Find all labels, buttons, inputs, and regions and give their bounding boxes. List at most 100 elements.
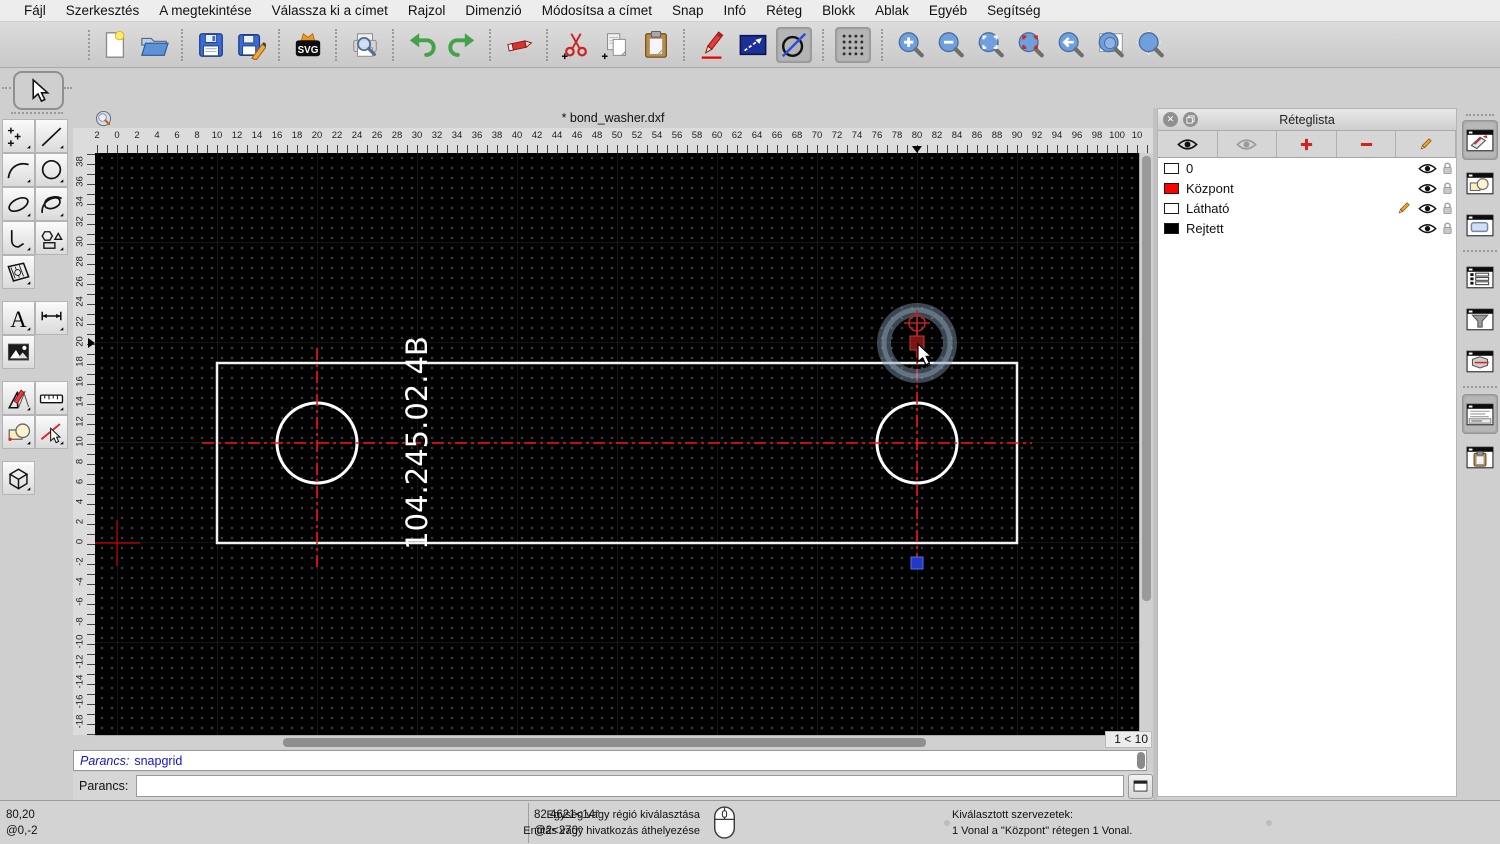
menu-snap[interactable]: Snap: [662, 3, 714, 18]
eye-icon[interactable]: [1418, 202, 1437, 214]
zoom-window-button[interactable]: [1094, 28, 1128, 62]
zoom-window-icon: [1098, 31, 1124, 57]
menu-szerkeszt-s[interactable]: Szerkesztés: [56, 3, 150, 18]
undo-button[interactable]: [405, 28, 439, 62]
tool-polyline-button[interactable]: [2, 221, 35, 255]
hide-all-eye-button[interactable]: [1218, 131, 1278, 157]
lock-icon[interactable]: [1442, 162, 1453, 175]
entity-info-toggle-button[interactable]: [1463, 342, 1497, 380]
save-button[interactable]: [194, 28, 228, 62]
menu-ablak[interactable]: Ablak: [865, 3, 919, 18]
zoom-pan-button[interactable]: [1134, 28, 1168, 62]
tool-text-button[interactable]: A: [2, 301, 35, 335]
tool-spline-button[interactable]: [35, 187, 68, 221]
layer-list-toggle-button[interactable]: [1462, 120, 1498, 160]
lock-icon[interactable]: [1442, 182, 1453, 195]
layer-row-0[interactable]: 0: [1158, 158, 1456, 178]
drawing-canvas[interactable]: 104.245.02.4B: [95, 153, 1139, 735]
tool-dimension-button[interactable]: [35, 301, 68, 335]
menu-m-dos-tsa-a-c-met[interactable]: Módosítsa a címet: [532, 3, 662, 18]
clipboard-widget-toggle-button[interactable]: [1463, 438, 1497, 476]
ruler-label: 30: [411, 130, 423, 141]
eye-icon[interactable]: [1418, 222, 1437, 234]
menu-blokk[interactable]: Blokk: [812, 3, 865, 18]
menu-v-lassza-ki-a-c-met[interactable]: Válassza ki a címet: [262, 3, 398, 18]
attributes-button[interactable]: [736, 28, 770, 62]
snap-grid-button[interactable]: [835, 26, 871, 63]
svg-export-button[interactable]: SVG: [291, 28, 325, 62]
new-button[interactable]: [97, 28, 131, 62]
zoom-redraw-button[interactable]: [1014, 28, 1048, 62]
vertical-scrollbar[interactable]: [1139, 153, 1153, 735]
print-preview-button[interactable]: [348, 28, 382, 62]
drag-handle[interactable]: [64, 87, 72, 89]
zoom-in-button[interactable]: [894, 28, 928, 62]
history-scrollbar-thumb[interactable]: [1137, 752, 1145, 769]
paste-button[interactable]: [639, 28, 673, 62]
library-browser-toggle-button[interactable]: [1463, 206, 1497, 244]
tool-deselect-button[interactable]: [35, 415, 68, 449]
selection-filter-toggle-button[interactable]: [1463, 300, 1497, 338]
add-layer-button[interactable]: [1277, 131, 1337, 157]
menu-inf-[interactable]: Infó: [714, 3, 757, 18]
copy-button[interactable]: [599, 28, 633, 62]
tool-hatch-button[interactable]: [2, 255, 35, 289]
tool-shapes-button[interactable]: [35, 221, 68, 255]
layer-row-k-zpont[interactable]: Központ: [1158, 178, 1456, 198]
tool-measure-button[interactable]: [35, 381, 68, 415]
tool-modify-button[interactable]: [2, 381, 35, 415]
block-list-toggle-button[interactable]: [1463, 164, 1497, 202]
zoom-out-button[interactable]: [934, 28, 968, 62]
entity-list-toggle-button[interactable]: [1463, 258, 1497, 296]
pen-button[interactable]: [696, 28, 730, 62]
redo-button[interactable]: [445, 28, 479, 62]
menu-a-megtekint-se[interactable]: A megtekintése: [149, 3, 261, 18]
tool-circle-button[interactable]: [35, 153, 68, 187]
layer-row-rejtett[interactable]: Rejtett: [1158, 218, 1456, 238]
ruler-label: 70: [811, 130, 823, 141]
menu-dimenzi-[interactable]: Dimenzió: [455, 3, 531, 18]
splitter-dot: [1266, 820, 1272, 826]
selection-arrow-button[interactable]: [13, 71, 64, 110]
scrollbar-thumb[interactable]: [283, 738, 926, 747]
lock-icon[interactable]: [1442, 222, 1453, 235]
remove-layer-button[interactable]: [1337, 131, 1397, 157]
tool-arc-button[interactable]: [2, 153, 35, 187]
zoom-previous-button[interactable]: [1054, 28, 1088, 62]
tool-palette: A: [2, 112, 72, 495]
scrollbar-thumb[interactable]: [1142, 156, 1151, 601]
tool-image-button[interactable]: [2, 335, 35, 369]
menu-r-teg[interactable]: Réteg: [756, 3, 812, 18]
tool-line-button[interactable]: [35, 119, 68, 153]
menu-egy-b[interactable]: Egyéb: [919, 3, 977, 18]
tool-box3d-button[interactable]: [2, 461, 35, 495]
drag-handle[interactable]: [2, 87, 11, 89]
menu-rajzol[interactable]: Rajzol: [398, 3, 456, 18]
command-options-button[interactable]: [1128, 773, 1153, 799]
save-as-button[interactable]: [234, 28, 268, 62]
eye-icon[interactable]: [1418, 162, 1437, 174]
circle-line-button[interactable]: [776, 26, 812, 63]
open-button[interactable]: [137, 28, 171, 62]
layer-row-l-that-[interactable]: Látható: [1158, 198, 1456, 218]
menu-seg-ts-g[interactable]: Segítség: [977, 3, 1050, 18]
drag-handle[interactable]: [11, 112, 63, 114]
ruler-label: 100: [1109, 130, 1125, 141]
ruler-label: 80: [911, 130, 923, 141]
menu-f-jl[interactable]: Fájl: [14, 3, 56, 18]
tool-points-button[interactable]: [2, 119, 35, 153]
command-widget-toggle-button[interactable]: [1462, 394, 1498, 434]
horizontal-scrollbar[interactable]: [95, 735, 1105, 748]
tool-ellipse-button[interactable]: [2, 187, 35, 221]
drag-handle[interactable]: [1466, 114, 1494, 116]
tool-block-button[interactable]: [2, 415, 35, 449]
erase-button[interactable]: [502, 28, 536, 62]
cut-button[interactable]: [559, 28, 593, 62]
show-all-eye-button[interactable]: [1158, 131, 1218, 157]
eye-icon[interactable]: [1418, 182, 1437, 194]
lock-icon[interactable]: [1442, 202, 1453, 215]
zoom-auto-button[interactable]: [974, 28, 1008, 62]
command-input[interactable]: [136, 775, 1125, 797]
modify-layer-button[interactable]: [1396, 131, 1456, 157]
drag-handle[interactable]: [88, 29, 90, 60]
